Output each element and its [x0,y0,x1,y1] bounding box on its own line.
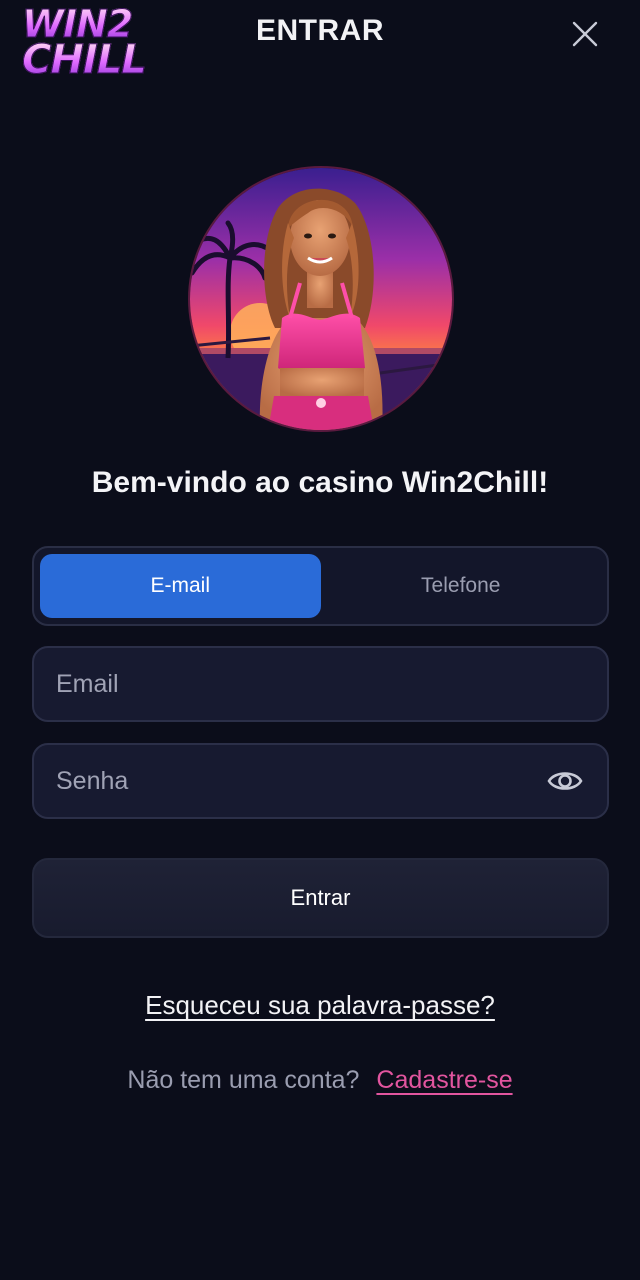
email-input[interactable] [56,669,585,699]
login-submit-button[interactable]: Entrar [32,858,609,938]
no-account-text: Não tem uma conta? [127,1066,360,1094]
signup-link[interactable]: Cadastre-se [376,1066,512,1094]
login-page: WIN2 CHILL ENTRAR Bem-vindo ao casino Wi… [0,0,640,1280]
login-method-tabs: E-mail Telefone [32,546,609,626]
welcome-heading: Bem-vindo ao casino Win2Chill! [91,466,549,499]
tab-phone[interactable]: Telefone [321,554,602,618]
eye-icon [547,772,583,790]
hostess-avatar-image [190,168,452,430]
email-field-container [32,646,609,722]
password-field-container [32,743,609,819]
signup-row: Não tem uma conta? Cadastre-se [0,1066,640,1095]
forgot-password-link[interactable]: Esqueceu sua palavra-passe? [145,990,495,1020]
page-title: ENTRAR [256,14,384,47]
password-input[interactable] [56,766,545,796]
close-icon [572,21,598,47]
forgot-password-row: Esqueceu sua palavra-passe? [0,990,640,1021]
close-button[interactable] [565,14,605,54]
toggle-password-visibility-button[interactable] [545,761,585,801]
tab-email[interactable]: E-mail [40,554,321,618]
